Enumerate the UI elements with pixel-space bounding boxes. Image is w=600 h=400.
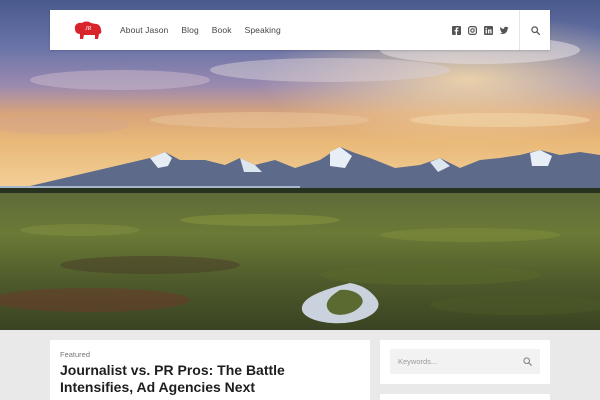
linkedin-icon[interactable] (484, 25, 493, 35)
featured-post-card: Featured Journalist vs. PR Pros: The Bat… (50, 340, 370, 400)
twitter-icon[interactable] (500, 26, 509, 35)
main-nav: About Jason Blog Book Speaking (120, 25, 294, 35)
site-logo[interactable]: JR (60, 10, 106, 50)
nav-link-about[interactable]: About Jason (120, 25, 168, 35)
featured-label: Featured (60, 350, 91, 359)
facebook-icon[interactable] (452, 25, 461, 35)
sidebar-widget (380, 394, 550, 400)
sidebar-search-widget (380, 340, 550, 384)
sidebar-search-input[interactable] (390, 349, 540, 374)
post-title[interactable]: Journalist vs. PR Pros: The Battle Inten… (60, 362, 360, 395)
search-icon (530, 25, 540, 35)
nav-link-blog[interactable]: Blog (181, 25, 198, 35)
top-navbar: JR About Jason Blog Book Speaking (50, 10, 550, 50)
social-links (445, 25, 509, 35)
nav-link-book[interactable]: Book (212, 25, 232, 35)
svg-text:JR: JR (85, 26, 92, 32)
instagram-icon[interactable] (468, 25, 477, 35)
search-icon[interactable] (523, 357, 532, 366)
nav-link-speaking[interactable]: Speaking (245, 25, 281, 35)
nav-search-button[interactable] (520, 10, 550, 50)
bison-logo-icon: JR (74, 21, 102, 39)
